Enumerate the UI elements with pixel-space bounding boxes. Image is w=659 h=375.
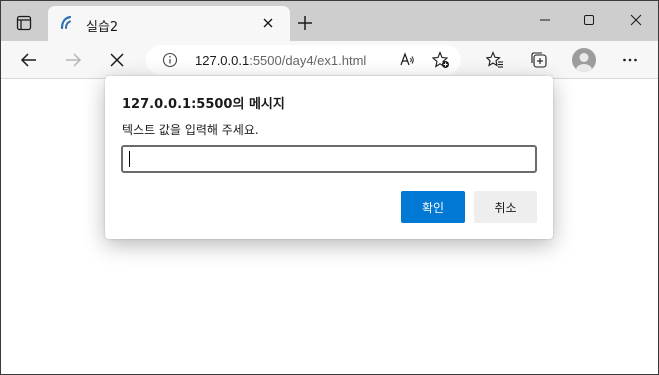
stop-loading-icon[interactable]: [107, 50, 127, 70]
ok-button[interactable]: 확인: [401, 191, 465, 223]
url-host: 127.0.0.1: [195, 53, 250, 68]
close-tab-icon[interactable]: [260, 15, 276, 31]
title-bar: 실습2: [0, 0, 659, 41]
info-icon[interactable]: [162, 52, 178, 68]
dialog-message: 텍스트 값을 입력해 주세요.: [122, 123, 259, 137]
read-aloud-icon[interactable]: [398, 51, 416, 69]
tab-actions-icon[interactable]: [12, 13, 36, 33]
more-options-icon[interactable]: [620, 50, 640, 70]
url-path: :5500/day4/ex1.html: [249, 53, 367, 68]
collections-icon[interactable]: [529, 50, 549, 70]
close-window-icon[interactable]: [627, 11, 645, 29]
text-caret: [129, 151, 130, 167]
url-text: 127.0.0.1:5500/day4/ex1.html: [195, 53, 366, 68]
tab-active[interactable]: 실습2: [48, 6, 290, 41]
add-favorite-icon[interactable]: [432, 51, 450, 69]
back-icon[interactable]: [19, 50, 39, 70]
prompt-input[interactable]: [121, 145, 537, 173]
cancel-button[interactable]: 취소: [474, 191, 537, 223]
dialog-title: 127.0.0.1:5500의 메시지: [122, 97, 285, 112]
profile-avatar[interactable]: [572, 48, 596, 72]
favorites-icon[interactable]: [485, 50, 505, 70]
address-bar[interactable]: 127.0.0.1:5500/day4/ex1.html: [146, 45, 461, 75]
new-tab-icon[interactable]: [296, 14, 314, 32]
toolbar: 127.0.0.1:5500/day4/ex1.html: [0, 41, 659, 79]
tab-title: 실습2: [86, 20, 119, 35]
maximize-icon[interactable]: [580, 11, 598, 29]
minimize-icon[interactable]: [536, 11, 554, 29]
forward-icon: [63, 50, 83, 70]
live-server-icon: [60, 15, 72, 30]
prompt-dialog: 127.0.0.1:5500의 메시지 텍스트 값을 입력해 주세요. 확인 취…: [105, 76, 553, 239]
